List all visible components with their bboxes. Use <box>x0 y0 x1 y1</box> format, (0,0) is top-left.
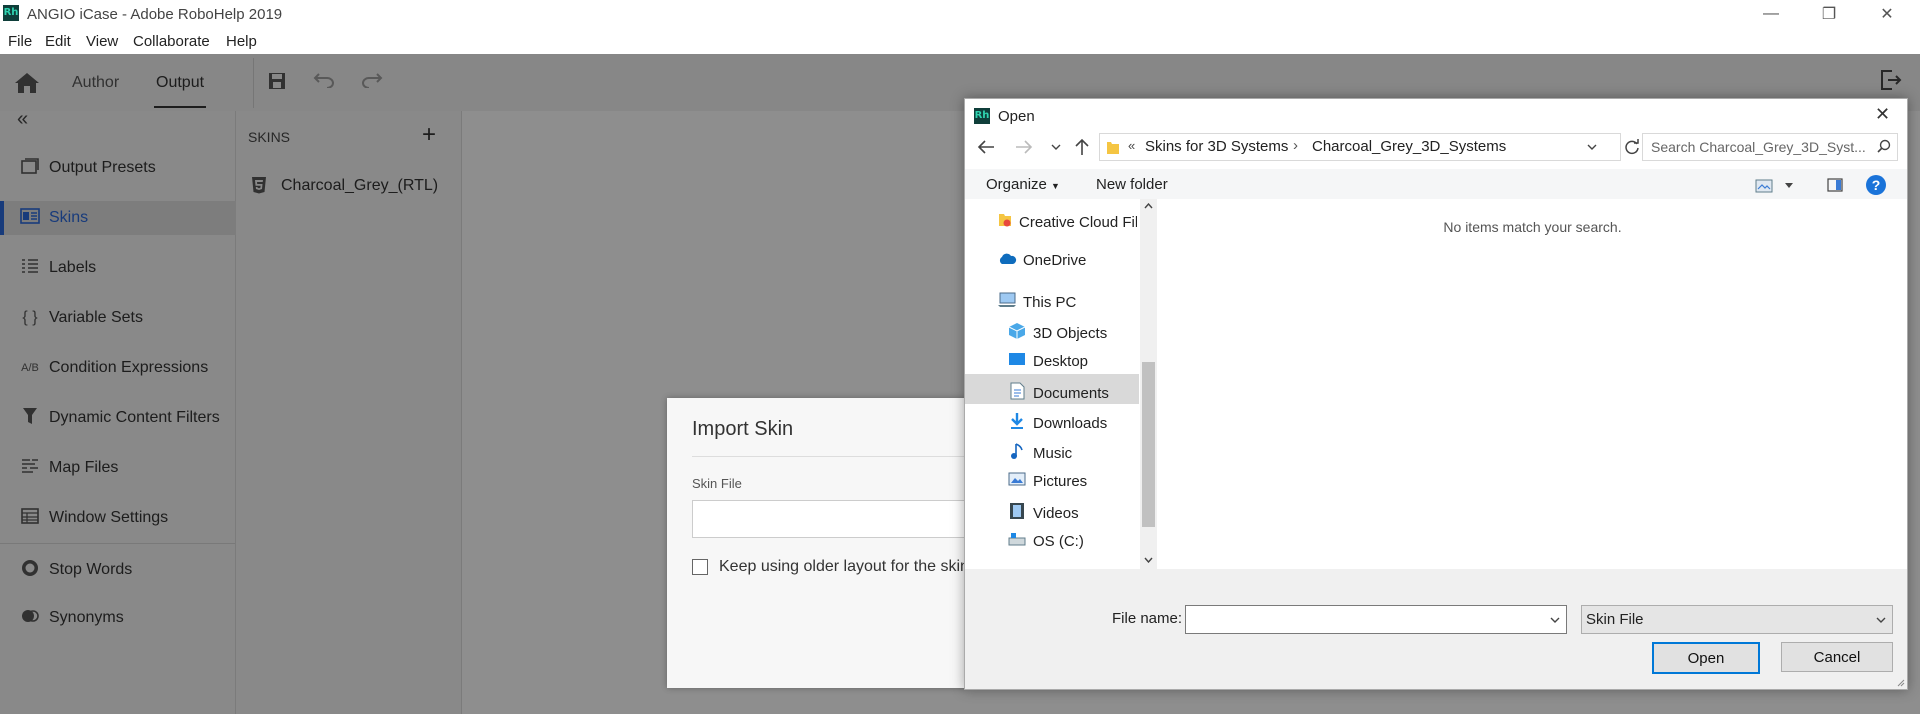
search-icon <box>1877 139 1891 153</box>
open-dialog-title: Open <box>998 108 1035 125</box>
menu-collaborate[interactable]: Collaborate <box>133 33 210 50</box>
documents-icon <box>1007 382 1027 404</box>
tree-item-this-pc[interactable]: This PC <box>997 292 1076 312</box>
file-list[interactable]: No items match your search. <box>1158 199 1907 569</box>
tree-item-music[interactable]: Music <box>1007 442 1072 464</box>
creative-cloud-icon <box>997 212 1013 232</box>
import-skin-dialog: Import Skin Skin File Keep using older l… <box>667 398 969 688</box>
back-arrow-icon[interactable] <box>977 139 995 155</box>
menu-help[interactable]: Help <box>226 33 257 50</box>
import-skin-title: Import Skin <box>692 418 794 440</box>
tree-label: Pictures <box>1033 472 1088 490</box>
tree-item-creative-cloud[interactable]: Creative Cloud Files <box>997 212 1137 232</box>
tree-label: Desktop <box>1033 352 1089 370</box>
menu-edit[interactable]: Edit <box>45 33 71 50</box>
minimize-button[interactable]: — <box>1742 0 1800 28</box>
window-title: ANGIO iCase - Adobe RoboHelp 2019 <box>27 6 283 23</box>
address-bar[interactable]: « Skins for 3D Systems › Charcoal_Grey_3… <box>1099 133 1621 161</box>
tree-label: OS (C:) <box>1033 532 1084 550</box>
breadcrumb-prefix: « <box>1128 138 1136 153</box>
empty-message: No items match your search. <box>1443 219 1622 235</box>
tree-label: OneDrive <box>1023 252 1087 269</box>
tree-scrollbar[interactable] <box>1140 199 1157 569</box>
navigation-tree: Creative Cloud Files OneDrive This PC 3D… <box>965 199 1140 569</box>
tree-label: This PC <box>1023 293 1077 311</box>
open-file-dialog: Rh Open ✕ « Skins for 3D Systems › Charc… <box>964 98 1908 690</box>
tree-item-os-c[interactable]: OS (C:) <box>1007 532 1084 550</box>
tree-label: Documents <box>1033 384 1109 402</box>
onedrive-icon <box>997 252 1017 269</box>
skin-file-input[interactable] <box>692 500 969 538</box>
menu-view[interactable]: View <box>86 33 118 50</box>
tree-label: Downloads <box>1033 414 1108 432</box>
tree-item-videos[interactable]: Videos <box>1007 502 1079 524</box>
downloads-icon <box>1007 412 1027 434</box>
close-window-button[interactable]: ✕ <box>1858 0 1916 28</box>
search-placeholder: Search Charcoal_Grey_3D_Syst... <box>1651 139 1866 155</box>
scrollbar-thumb[interactable] <box>1142 362 1155 527</box>
breadcrumb-segment[interactable]: Charcoal_Grey_3D_Systems <box>1312 138 1506 155</box>
robohelp-logo-icon: Rh <box>974 108 990 124</box>
organize-dropdown-icon: ▼ <box>1051 181 1060 191</box>
recent-locations-chevron-icon[interactable] <box>1051 144 1061 150</box>
restore-button[interactable]: ❐ <box>1800 0 1858 28</box>
skin-file-label: Skin File <box>692 476 742 491</box>
file-name-label: File name: <box>1112 610 1183 627</box>
tree-label: Creative Cloud Files <box>1019 213 1137 231</box>
scroll-up-icon[interactable] <box>1144 203 1153 209</box>
videos-icon <box>1007 502 1027 524</box>
tree-item-desktop[interactable]: Desktop <box>1007 352 1088 370</box>
file-type-value: Skin File <box>1586 611 1644 628</box>
resize-grip-icon[interactable] <box>1895 677 1905 687</box>
tree-item-3d-objects[interactable]: 3D Objects <box>1007 322 1107 344</box>
organize-label: Organize <box>986 176 1047 193</box>
close-dialog-button[interactable]: ✕ <box>1875 104 1890 125</box>
preview-pane-icon[interactable] <box>1827 178 1843 192</box>
tree-item-onedrive[interactable]: OneDrive <box>997 252 1086 269</box>
address-dropdown-chevron-icon[interactable] <box>1587 144 1597 150</box>
view-options-chevron-icon[interactable] <box>1785 183 1793 188</box>
scroll-down-icon[interactable] <box>1144 557 1153 563</box>
tree-item-documents[interactable]: Documents <box>1007 382 1109 404</box>
breadcrumb-segment[interactable]: Skins for 3D Systems <box>1145 138 1288 155</box>
import-title-divider <box>692 456 967 457</box>
refresh-icon[interactable] <box>1624 139 1640 155</box>
pictures-icon <box>1007 472 1027 490</box>
view-options-icon[interactable] <box>1755 179 1773 193</box>
file-name-dropdown-icon[interactable] <box>1550 617 1560 623</box>
file-type-select[interactable]: Skin File <box>1581 605 1893 634</box>
tree-item-downloads[interactable]: Downloads <box>1007 412 1107 434</box>
desktop-icon <box>1007 352 1027 370</box>
tree-item-pictures[interactable]: Pictures <box>1007 472 1087 490</box>
open-button[interactable]: Open <box>1652 642 1760 674</box>
older-layout-label: Keep using older layout for the skin <box>719 558 967 575</box>
breadcrumb-separator: › <box>1293 137 1298 154</box>
this-pc-icon <box>997 292 1017 312</box>
cancel-button[interactable]: Cancel <box>1781 642 1893 672</box>
organize-menu[interactable]: Organize ▼ <box>986 176 1060 193</box>
3d-objects-icon <box>1007 322 1027 344</box>
title-bar <box>0 0 1920 28</box>
help-icon[interactable]: ? <box>1866 175 1886 195</box>
tree-label: 3D Objects <box>1033 324 1108 342</box>
menu-file[interactable]: File <box>8 33 32 50</box>
up-arrow-icon[interactable] <box>1075 138 1089 156</box>
menu-bar <box>0 28 1920 54</box>
search-input[interactable]: Search Charcoal_Grey_3D_Syst... <box>1642 133 1898 161</box>
file-type-dropdown-icon[interactable] <box>1876 617 1886 623</box>
forward-arrow-icon[interactable] <box>1015 139 1033 155</box>
drive-icon <box>1007 532 1027 550</box>
robohelp-logo-icon: Rh <box>3 5 19 21</box>
file-name-input[interactable] <box>1185 605 1567 634</box>
music-icon <box>1007 442 1027 464</box>
tree-label: Music <box>1033 444 1073 462</box>
older-layout-checkbox[interactable] <box>692 559 708 575</box>
tree-label: Videos <box>1033 504 1079 522</box>
new-folder-button[interactable]: New folder <box>1096 176 1168 193</box>
folder-icon <box>1107 142 1119 154</box>
